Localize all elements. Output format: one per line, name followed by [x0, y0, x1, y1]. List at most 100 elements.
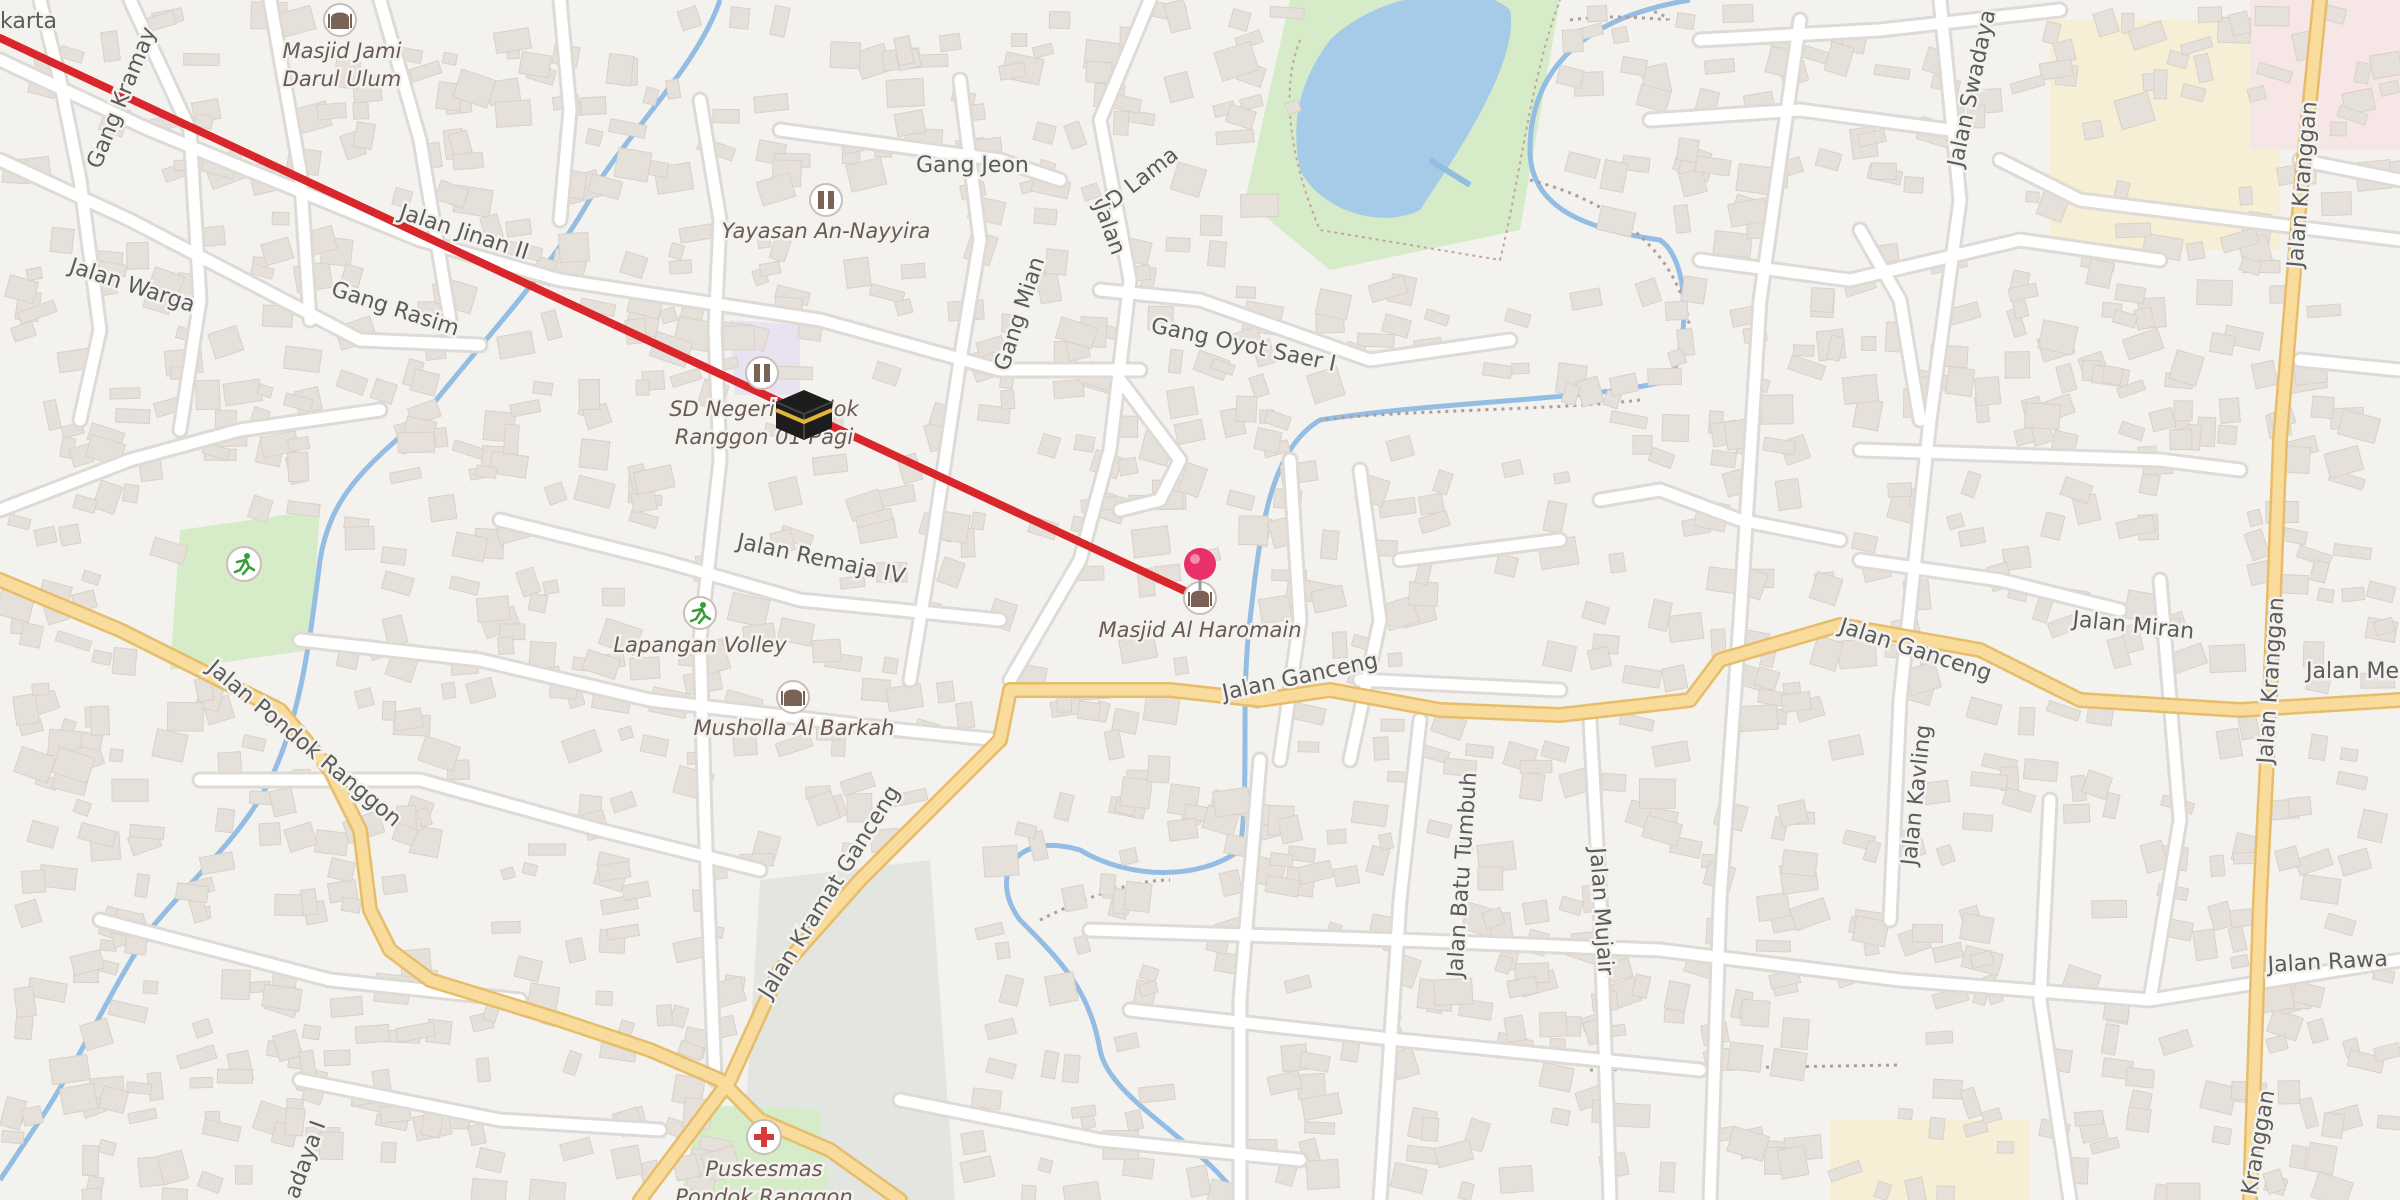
building-footprint: [1167, 348, 1184, 375]
building-footprint: [381, 873, 408, 896]
building-footprint: [994, 941, 1011, 960]
building-footprint: [1712, 230, 1753, 259]
building-footprint: [100, 30, 121, 63]
building-footprint: [1996, 1140, 2014, 1154]
building-footprint: [1350, 800, 1389, 828]
building-footprint: [2023, 401, 2062, 431]
building-footprint: [313, 829, 350, 857]
building-footprint: [2238, 186, 2254, 206]
building-footprint: [18, 621, 45, 649]
building-footprint: [1740, 998, 1771, 1028]
building-footprint: [1269, 851, 1294, 868]
building-footprint: [1098, 872, 1117, 897]
building-footprint: [1043, 971, 1079, 1007]
building-footprint: [665, 78, 682, 100]
building-footprint: [20, 869, 47, 894]
building-footprint: [882, 656, 899, 675]
building-footprint: [220, 968, 251, 1001]
building-footprint: [1755, 939, 1791, 953]
building-footprint: [2169, 428, 2193, 451]
building-footprint: [1861, 335, 1877, 351]
building-footprint: [527, 592, 549, 614]
building-footprint: [1870, 162, 1897, 181]
hospital-icon: [746, 1119, 782, 1155]
building-footprint: [2304, 1141, 2338, 1176]
building-footprint: [2197, 6, 2223, 24]
building-footprint: [829, 41, 862, 70]
building-footprint: [2299, 873, 2342, 905]
building-footprint: [440, 681, 457, 700]
building-footprint: [2025, 190, 2040, 203]
building-footprint: [470, 1177, 508, 1200]
building-footprint: [1944, 365, 1976, 398]
building-footprint: [2368, 50, 2400, 80]
building-footprint: [1000, 389, 1016, 410]
building-footprint: [33, 525, 58, 547]
building-footprint: [1760, 394, 1794, 425]
building-footprint: [344, 525, 375, 551]
building-footprint: [1553, 471, 1571, 485]
building-footprint: [48, 1053, 91, 1086]
building-footprint: [217, 751, 243, 776]
building-footprint: [1165, 236, 1191, 253]
building-footprint: [1387, 651, 1404, 668]
poi-label-line: Pondok Ranggon: [675, 1185, 852, 1200]
building-footprint: [647, 160, 670, 178]
building-footprint: [427, 493, 458, 523]
building-footprint: [441, 51, 459, 66]
building-footprint: [893, 109, 927, 138]
building-footprint: [125, 1081, 153, 1096]
building-footprint: [1199, 214, 1223, 237]
building-footprint: [2250, 359, 2279, 390]
building-footprint: [121, 483, 140, 504]
building-footprint: [89, 705, 111, 736]
building-footprint: [1020, 1184, 1037, 1200]
building-footprint: [25, 266, 44, 282]
building-footprint: [1521, 899, 1550, 926]
building-footprint: [352, 121, 377, 151]
building-footprint: [1776, 1144, 1810, 1180]
building-footprint: [578, 438, 611, 471]
building-footprint: [2320, 191, 2353, 217]
building-footprint: [613, 146, 653, 183]
building-footprint: [2306, 303, 2342, 319]
building-footprint: [753, 93, 790, 114]
building-footprint: [2073, 1110, 2104, 1127]
building-footprint: [1599, 158, 1629, 194]
street-label-jalan-me: Jalan Me: [2304, 659, 2399, 684]
building-footprint: [2153, 69, 2168, 100]
building-footprint: [960, 1129, 987, 1156]
building-footprint: [1632, 434, 1653, 455]
building-footprint: [1769, 1047, 1808, 1082]
building-footprint: [1303, 1121, 1336, 1135]
building-footprint: [970, 511, 987, 531]
building-footprint: [1792, 344, 1815, 357]
building-footprint: [1638, 778, 1676, 810]
building-footprint: [1319, 529, 1340, 561]
building-footprint: [1680, 275, 1708, 305]
building-footprint: [1464, 743, 1495, 759]
building-footprint: [216, 1068, 254, 1084]
map-canvas[interactable]: karta Gang Kramay Jalan Jinan II Jalan W…: [0, 0, 2400, 1200]
building-footprint: [1658, 1161, 1676, 1193]
building-footprint: [1305, 1158, 1341, 1191]
building-footprint: [2017, 706, 2036, 736]
building-footprint: [610, 1144, 644, 1180]
building-footprint: [722, 325, 755, 351]
building-footprint: [1211, 786, 1252, 818]
building-footprint: [1608, 552, 1627, 574]
building-footprint: [1235, 285, 1257, 299]
building-footprint: [1928, 1116, 1946, 1140]
building-footprint: [1660, 664, 1689, 693]
building-footprint: [1253, 427, 1283, 455]
building-footprint: [2308, 733, 2329, 762]
building-footprint: [1123, 880, 1153, 913]
building-footprint: [214, 807, 236, 834]
poi-park-sport[interactable]: [226, 546, 262, 582]
building-footprint: [1841, 373, 1880, 406]
building-footprint: [2209, 854, 2226, 878]
building-footprint: [392, 707, 424, 732]
building-footprint: [1173, 656, 1190, 676]
building-footprint: [82, 1144, 100, 1176]
building-footprint: [13, 985, 37, 1019]
